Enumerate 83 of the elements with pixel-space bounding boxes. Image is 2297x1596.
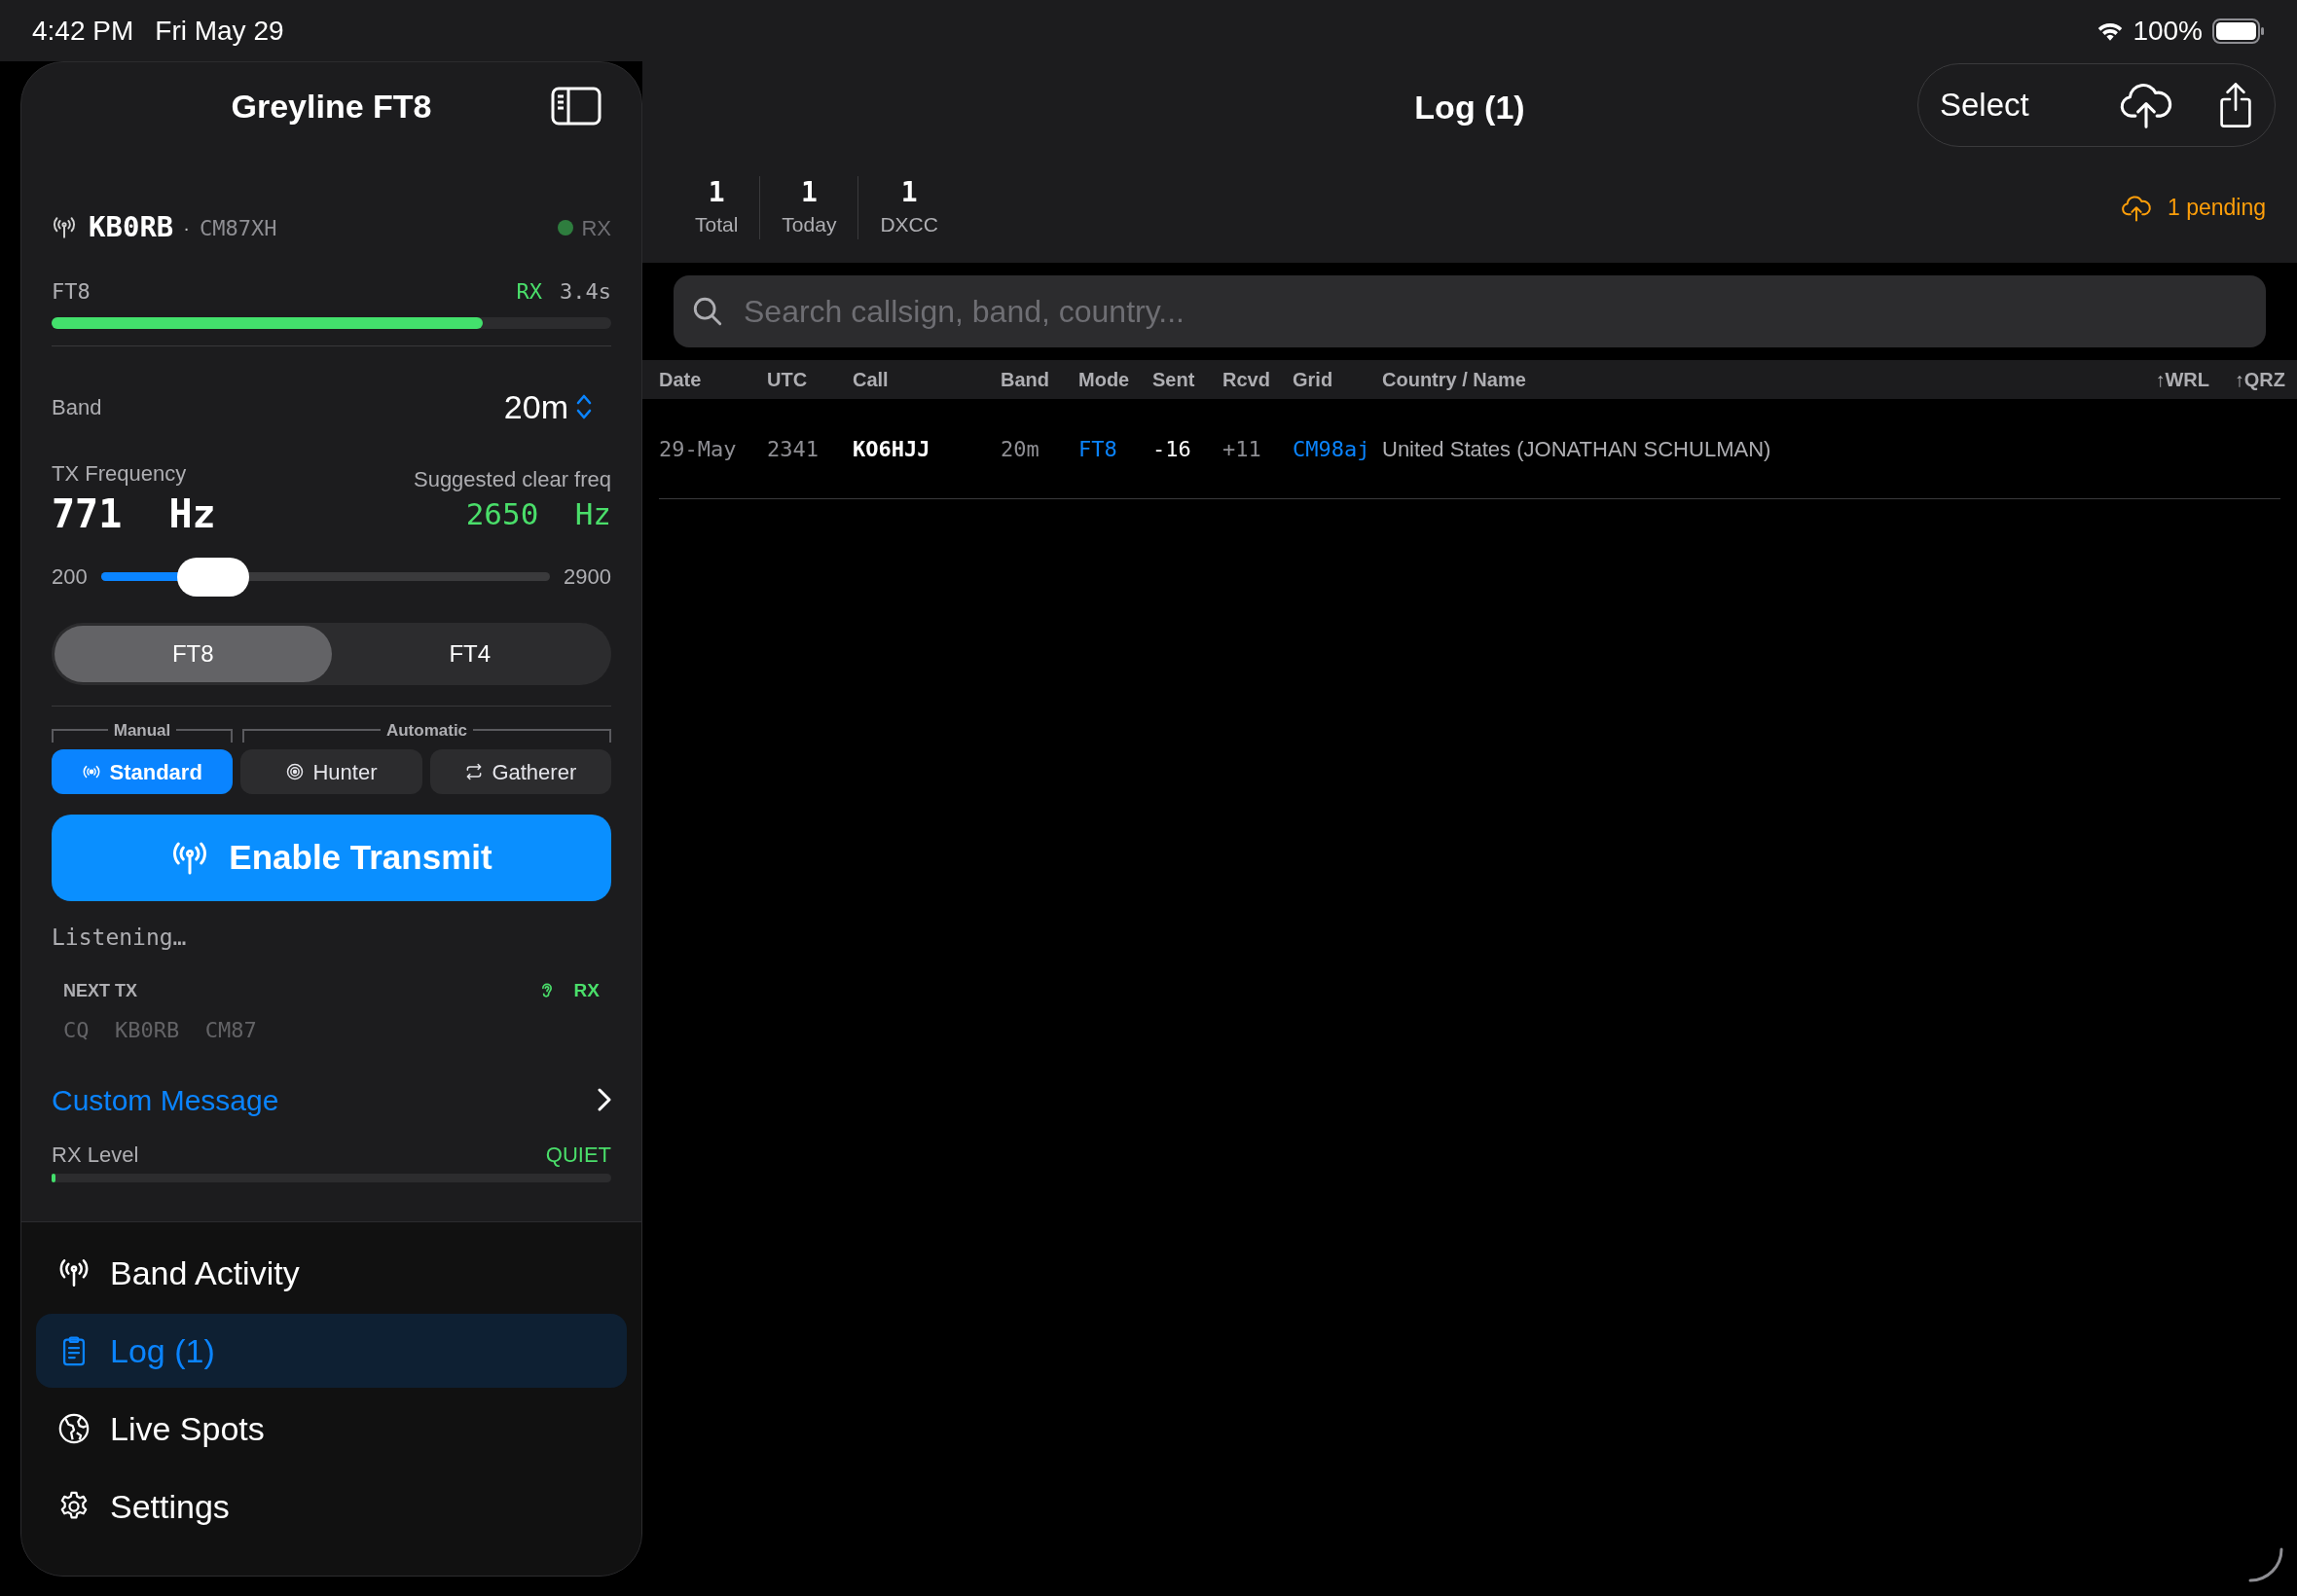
page-title: Log (1): [1414, 87, 1525, 127]
select-button[interactable]: Select: [1940, 81, 2029, 129]
status-label: RX: [581, 214, 611, 242]
bracket-line: [52, 729, 108, 743]
strategy-button[interactable]: Hunter: [240, 749, 422, 794]
nav-item[interactable]: Live Spots: [36, 1392, 627, 1466]
table-cell: +11: [1222, 436, 1261, 461]
table-cell: 2341: [767, 436, 819, 461]
cycle-mode: FT8: [52, 277, 91, 306]
column-header: Call: [853, 369, 889, 390]
pending-count: 1 pending: [2167, 194, 2266, 223]
column-header: Grid: [1293, 369, 1333, 390]
slider-min-label: 200: [52, 562, 88, 591]
stat-value: 1: [708, 175, 725, 209]
stat-value: 1: [800, 175, 818, 209]
separator-dot: ·: [183, 216, 190, 240]
target-icon: [285, 762, 306, 781]
bracket-line: [176, 729, 233, 743]
cycle-state: RX: [516, 277, 542, 306]
cloud-upload-icon: [2120, 194, 2152, 222]
slider-max-label: 2900: [564, 562, 611, 591]
search-icon: [691, 295, 724, 328]
table-cell: KO6HJJ: [853, 436, 930, 461]
strategy-group-label: Manual: [112, 720, 172, 742]
status-time: 4:42 PM: [32, 14, 134, 48]
strategy-group-label: Automatic: [384, 720, 469, 742]
search-field[interactable]: Search callsign, band, country...: [674, 275, 2266, 347]
cloud-upload-icon[interactable]: [2119, 81, 2173, 129]
column-header: Rcvd: [1222, 369, 1270, 390]
column-header: Date: [659, 369, 702, 390]
next-tx-state: RX: [573, 978, 600, 1002]
column-header: ↑QRZ: [2234, 369, 2285, 390]
suggested-frequency-value: 2650 Hz: [465, 496, 611, 531]
column-header: Sent: [1152, 369, 1195, 390]
station-grid: CM87XH: [200, 214, 277, 242]
suggested-frequency-label: Suggested clear freq: [413, 466, 611, 490]
table-cell: CM98aj: [1293, 436, 1370, 461]
chevron-right-icon: [598, 1088, 611, 1111]
stat-label: Total: [695, 211, 739, 237]
column-header: ↑WRL: [2155, 369, 2209, 390]
battery-percent: 100%: [2133, 14, 2203, 48]
antenna-icon: [57, 1256, 91, 1289]
nav-item[interactable]: Log (1): [36, 1314, 627, 1388]
column-header: Mode: [1078, 369, 1130, 390]
strategy-button[interactable]: Standard: [52, 749, 234, 794]
nav-item[interactable]: Settings: [36, 1469, 627, 1543]
frequency-slider-thumb[interactable]: [177, 557, 250, 597]
tx-frequency-label: TX Frequency: [52, 460, 188, 485]
custom-message-link[interactable]: Custom Message: [52, 1080, 611, 1119]
stat-label: Today: [782, 211, 837, 237]
sidebar-toggle-icon[interactable]: [551, 87, 602, 126]
chevron-updown-icon: [576, 393, 592, 420]
table-cell: United States (JONATHAN SCHULMAN): [1382, 436, 1771, 461]
table-cell: FT8: [1078, 436, 1117, 461]
status-date: Fri May 29: [155, 14, 284, 48]
rx-level-reading: QUIET: [545, 1141, 611, 1169]
column-header: Country / Name: [1382, 369, 1526, 390]
table-cell: 20m: [1001, 436, 1039, 461]
column-header: Band: [1001, 369, 1049, 390]
share-icon[interactable]: [2218, 81, 2253, 129]
table-cell: 29-May: [659, 436, 737, 461]
stat-value: 1: [900, 175, 918, 209]
strategy-button[interactable]: Gatherer: [429, 749, 611, 794]
corner-handle-icon[interactable]: [2246, 1545, 2285, 1584]
nav-item[interactable]: Band Activity: [36, 1236, 627, 1310]
battery-icon: [2212, 18, 2265, 44]
globe-icon: [57, 1412, 91, 1445]
cycle-time: 3.4s: [560, 277, 611, 306]
table-cell: -16: [1152, 436, 1191, 461]
tx-frequency-value: 771 Hz: [52, 490, 216, 537]
column-header: UTC: [767, 369, 808, 390]
station-callsign: KB0RB: [89, 209, 174, 246]
next-tx-message: CQ KB0RB CM87: [62, 1017, 258, 1041]
mode-segment[interactable]: FT8: [55, 626, 332, 682]
antenna-icon: [52, 215, 77, 240]
stat-label: DXCC: [880, 211, 938, 237]
band-label: Band: [52, 393, 102, 421]
rx-level-label: RX Level: [52, 1141, 139, 1169]
next-tx-label: NEXT TX: [63, 979, 137, 1002]
app-title: Greyline FT8: [231, 86, 432, 127]
listening-status: Listening…: [52, 924, 188, 948]
mode-segment[interactable]: FT4: [331, 626, 608, 682]
band-picker[interactable]: 20m: [503, 381, 592, 432]
